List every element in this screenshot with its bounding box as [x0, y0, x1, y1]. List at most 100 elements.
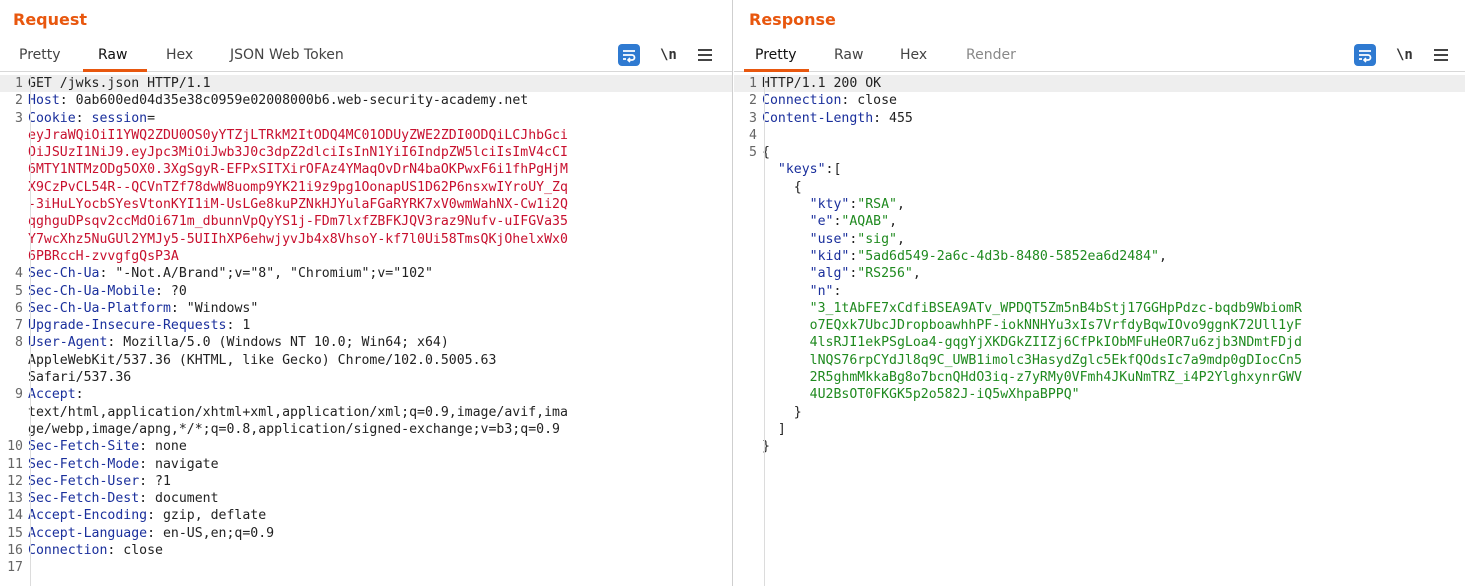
- code-line[interactable]: text/html,application/xhtml+xml,applicat…: [0, 404, 732, 421]
- line-number: [734, 161, 762, 178]
- code-line[interactable]: 5{: [734, 144, 1465, 161]
- code-line[interactable]: AppleWebKit/537.36 (KHTML, like Gecko) C…: [0, 352, 732, 369]
- code-line[interactable]: 4U2BsOT0FKGK5p2o582J-iQ5wXhpaBPPQ": [734, 386, 1465, 403]
- code-line[interactable]: ]: [734, 421, 1465, 438]
- tab-request-pretty[interactable]: Pretty: [19, 47, 61, 63]
- code-line[interactable]: 3 Content-Length: 455: [734, 110, 1465, 127]
- code-line[interactable]: 8 User-Agent: Mozilla/5.0 (Windows NT 10.…: [0, 334, 732, 351]
- code-line[interactable]: "use":"sig",: [734, 231, 1465, 248]
- request-menu-icon[interactable]: [698, 49, 712, 64]
- line-number: [734, 404, 762, 421]
- code-line[interactable]: 13 Sec-Fetch-Dest: document: [0, 490, 732, 507]
- response-wrap-lines-button[interactable]: [1354, 44, 1376, 66]
- code-line[interactable]: qghguDPsqv2ccMdOi671m_dbunnVpQyYS1j-FDm7…: [0, 213, 732, 230]
- code-text: Sec-Ch-Ua-Platform: "Windows": [28, 300, 732, 317]
- tab-response-hex[interactable]: Hex: [900, 47, 927, 63]
- response-title: Response: [749, 10, 836, 29]
- code-line[interactable]: 14 Accept-Encoding: gzip, deflate: [0, 507, 732, 524]
- code-line[interactable]: 6MTY1NTMzODg5OX0.3XgSgyR-EFPxSITXirOFAz4…: [0, 161, 732, 178]
- tab-response-raw[interactable]: Raw: [834, 47, 863, 63]
- code-line[interactable]: 9 Accept:: [0, 386, 732, 403]
- request-wrap-lines-button[interactable]: [618, 44, 640, 66]
- code-line[interactable]: 4: [734, 127, 1465, 144]
- line-number: 11: [7, 456, 23, 472]
- request-newline-toggle-icon[interactable]: \n: [660, 47, 677, 63]
- code-line[interactable]: -3iHuLYocbSYesVtonKYI1iM-UsLGe8kuPZNkHJY…: [0, 196, 732, 213]
- code-line[interactable]: 16 Connection: close: [0, 542, 732, 559]
- code-text: Accept:: [28, 386, 732, 403]
- code-line[interactable]: 1 HTTP/1.1 200 OK: [734, 75, 1465, 93]
- tab-response-pretty[interactable]: Pretty: [755, 47, 797, 63]
- line-number: [734, 334, 762, 351]
- code-line[interactable]: "n":: [734, 283, 1465, 300]
- code-line[interactable]: }: [734, 404, 1465, 421]
- code-line[interactable]: 6 Sec-Ch-Ua-Platform: "Windows": [0, 300, 732, 317]
- code-line[interactable]: 4 Sec-Ch-Ua: "-Not.A/Brand";v="8", "Chrom…: [0, 265, 732, 282]
- code-line[interactable]: o7EQxk7UbcJDropboawhhPF-iokNNHYu3xIs7Vrf…: [734, 317, 1465, 334]
- code-token: ,: [897, 197, 905, 213]
- code-line[interactable]: 3 Cookie: session=: [0, 110, 732, 127]
- code-line[interactable]: 2 Connection: close: [734, 92, 1465, 109]
- code-token: : ?0: [155, 283, 187, 299]
- code-line[interactable]: X9CzPvCL54R--QCVnTZf78dwW8uomp9YK21i9z9p…: [0, 179, 732, 196]
- code-line[interactable]: 12 Sec-Fetch-User: ?1: [0, 473, 732, 490]
- line-number: 6: [15, 300, 23, 316]
- code-line[interactable]: Y7wcXhz5NuGUl2YMJy5-5UIIhXP6ehwjyvJb4x8V…: [0, 231, 732, 248]
- line-number: 17: [7, 560, 23, 576]
- line-number: 13: [7, 491, 23, 507]
- line-number: [734, 265, 762, 282]
- code-line[interactable]: OiJSUzI1NiJ9.eyJpc3MiOiJwb3J0c3dpZ2dlciI…: [0, 144, 732, 161]
- code-line[interactable]: "alg":"RS256",: [734, 265, 1465, 282]
- code-line[interactable]: 2 Host: 0ab600ed04d35e38c0959e02008000b6.…: [0, 92, 732, 109]
- line-number: 7: [15, 318, 23, 334]
- request-tabs: Pretty Raw Hex JSON Web Token \n: [0, 40, 732, 72]
- response-newline-toggle-icon[interactable]: \n: [1396, 47, 1413, 63]
- request-editor[interactable]: 1 GET /jwks.json HTTP/1.1 2 Host: 0ab600ed0…: [0, 75, 732, 586]
- code-line[interactable]: 1 GET /jwks.json HTTP/1.1: [0, 75, 732, 93]
- tab-request-raw[interactable]: Raw: [98, 47, 127, 63]
- code-token: "kty": [809, 197, 850, 213]
- code-line[interactable]: "keys":[: [734, 161, 1465, 178]
- code-text: lNQS76rpCYdJl8q9C_UWB1imolc3HasydZglc5Ek…: [762, 352, 1465, 369]
- code-line[interactable]: Safari/537.36: [0, 369, 732, 386]
- code-text: Sec-Fetch-Site: none: [28, 438, 732, 455]
- code-line[interactable]: 2R5ghmMkkaBg8o7bcnQHdO3iq-z7yRMy0VFmh4JK…: [734, 369, 1465, 386]
- code-line[interactable]: 17: [0, 559, 732, 576]
- code-line[interactable]: {: [734, 179, 1465, 196]
- code-token: Content-Length: [762, 110, 874, 126]
- code-line[interactable]: 7 Upgrade-Insecure-Requests: 1: [0, 317, 732, 334]
- code-text: "kty":"RSA",: [762, 196, 1465, 213]
- response-editor[interactable]: 1 HTTP/1.1 200 OK 2 Connection: close 3 Conte…: [734, 75, 1465, 586]
- code-line[interactable]: "e":"AQAB",: [734, 213, 1465, 230]
- line-number: [734, 283, 762, 300]
- tab-request-jwt[interactable]: JSON Web Token: [230, 47, 344, 63]
- code-token: session: [91, 110, 148, 126]
- code-token: :[: [825, 162, 842, 178]
- tab-response-render[interactable]: Render: [966, 47, 1016, 63]
- response-menu-icon[interactable]: [1434, 49, 1448, 64]
- code-text: 4U2BsOT0FKGK5p2o582J-iQ5wXhpaBPPQ": [762, 386, 1465, 403]
- code-line[interactable]: 5 Sec-Ch-Ua-Mobile: ?0: [0, 283, 732, 300]
- code-line[interactable]: 4lsRJI1ekPSgLoa4-gqgYjXKDGkZIIZj6CfPkIOb…: [734, 334, 1465, 351]
- code-line[interactable]: "kid":"5ad6d549-2a6c-4d3b-8480-5852ea6d2…: [734, 248, 1465, 265]
- line-number: [734, 386, 762, 403]
- code-line[interactable]: eyJraWQiOiI1YWQ2ZDU0OS0yYTZjLTRkM2ItODQ4…: [0, 127, 732, 144]
- tab-request-hex[interactable]: Hex: [166, 47, 193, 63]
- code-line[interactable]: 6PBRccH-zvvgfgQsP3A: [0, 248, 732, 265]
- line-number: 1: [15, 76, 23, 91]
- code-line[interactable]: 11 Sec-Fetch-Mode: navigate: [0, 456, 732, 473]
- code-line[interactable]: lNQS76rpCYdJl8q9C_UWB1imolc3HasydZglc5Ek…: [734, 352, 1465, 369]
- code-token: User-Agent: [28, 335, 108, 351]
- code-token: : "Windows": [170, 300, 259, 316]
- code-line[interactable]: 10 Sec-Fetch-Site: none: [0, 438, 732, 455]
- code-line[interactable]: ge/webp,image/apng,*/*;q=0.8,application…: [0, 421, 732, 438]
- code-line[interactable]: 15 Accept-Language: en-US,en;q=0.9: [0, 525, 732, 542]
- line-number: [0, 352, 28, 369]
- code-token: =: [147, 110, 156, 126]
- code-line[interactable]: "3_1tAbFE7xCdfiBSEA9ATv_WPDQT5Zm5nB4bStj…: [734, 300, 1465, 317]
- code-line[interactable]: }: [734, 438, 1465, 455]
- code-line[interactable]: "kty":"RSA",: [734, 196, 1465, 213]
